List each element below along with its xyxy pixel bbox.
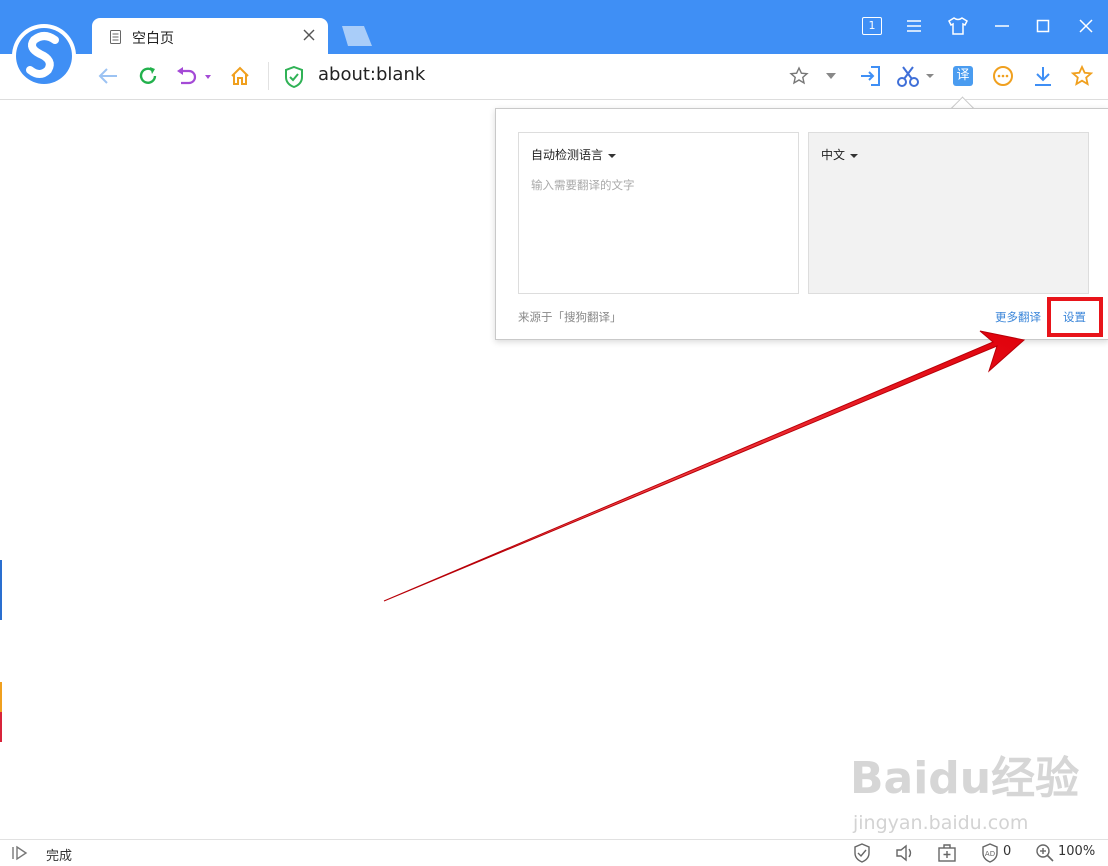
target-language-select[interactable]: 中文 <box>821 146 859 163</box>
back-button[interactable] <box>95 63 121 89</box>
refresh-icon <box>139 67 157 84</box>
menu-button[interactable] <box>900 14 928 38</box>
watermark-brand: Baidu经验 <box>850 753 1080 804</box>
bookmark-dropdown[interactable] <box>818 63 844 89</box>
maximize-icon <box>1036 19 1050 33</box>
close-icon <box>1079 19 1093 33</box>
ad-block-count: 0 <box>1003 844 1012 859</box>
shield-check-icon <box>854 843 870 863</box>
toolbar-divider <box>268 62 269 90</box>
refresh-button[interactable] <box>135 63 161 89</box>
sound-button[interactable] <box>894 843 916 863</box>
chevron-down-icon <box>850 153 859 158</box>
sogou-browser-logo <box>12 24 76 88</box>
undo-close-button[interactable] <box>175 63 215 89</box>
status-bar: 完成 AD 0 100% <box>0 839 1108 866</box>
back-arrow-icon <box>98 68 117 84</box>
screenshot-button[interactable] <box>896 63 938 89</box>
home-button[interactable] <box>227 63 253 89</box>
sidebar-toggle-button[interactable] <box>10 843 30 863</box>
target-text-box: 中文 <box>808 132 1089 294</box>
menu-icon <box>907 20 921 32</box>
source-attribution: 来源于「搜狗翻译」 <box>518 310 622 324</box>
watermark-site: jingyan.baidu.com <box>853 812 1029 834</box>
adblock-button[interactable]: AD <box>980 843 1000 863</box>
translate-input[interactable]: 输入需要翻译的文字 <box>531 177 635 193</box>
skin-button[interactable] <box>944 14 972 38</box>
extension-button[interactable] <box>936 843 958 863</box>
bookmark-star-button[interactable] <box>786 63 812 89</box>
tab-counter: 1 <box>862 17 882 35</box>
exit-button[interactable] <box>858 63 884 89</box>
edge-strip <box>0 712 2 742</box>
download-icon <box>1035 67 1051 86</box>
more-circle-icon <box>993 66 1013 86</box>
sign-in-icon <box>861 66 880 86</box>
chevron-down-icon <box>826 73 836 79</box>
edge-strip <box>0 682 2 712</box>
target-language-label: 中文 <box>821 148 846 162</box>
tab-counter-button[interactable]: 1 <box>858 14 886 38</box>
scissors-icon <box>897 66 934 87</box>
zoom-in-icon <box>1036 844 1054 862</box>
close-tab-icon[interactable] <box>300 26 318 44</box>
tab-blank[interactable]: 空白页 <box>92 18 328 54</box>
navigation-bar: about:blank 译 <box>0 54 1108 100</box>
chevron-down-icon <box>608 153 617 158</box>
zoom-button[interactable] <box>1035 843 1055 863</box>
source-language-label: 自动检测语言 <box>531 148 604 162</box>
home-icon <box>231 66 249 85</box>
favorites-button[interactable] <box>1069 63 1095 89</box>
new-tab-button[interactable] <box>338 24 374 48</box>
star-icon <box>1071 65 1093 86</box>
minimize-icon <box>995 25 1009 27</box>
more-tools-button[interactable] <box>990 63 1016 89</box>
download-button[interactable] <box>1030 63 1056 89</box>
address-bar[interactable]: about:blank <box>318 64 425 85</box>
status-text: 完成 <box>46 849 73 864</box>
highlight-box <box>1047 297 1103 337</box>
tab-title: 空白页 <box>132 31 174 47</box>
translate-icon: 译 <box>953 66 973 86</box>
speaker-icon <box>896 844 912 862</box>
page-icon <box>110 30 121 44</box>
source-language-select[interactable]: 自动检测语言 <box>531 146 617 163</box>
translate-panel: 自动检测语言 输入需要翻译的文字 中文 来源于「搜狗翻译」 更多翻译 设置 <box>495 108 1108 340</box>
zoom-level: 100% <box>1058 844 1096 859</box>
source-text-box[interactable]: 自动检测语言 输入需要翻译的文字 <box>518 132 799 294</box>
edge-strip <box>0 560 2 620</box>
undo-icon <box>177 67 211 85</box>
svg-text:AD: AD <box>985 850 995 858</box>
title-bar: 空白页 1 <box>0 0 1108 54</box>
minimize-button[interactable] <box>988 14 1016 38</box>
ad-block-icon: AD <box>982 843 998 863</box>
first-aid-icon <box>938 844 956 862</box>
maximize-button[interactable] <box>1029 14 1057 38</box>
security-shield-icon[interactable] <box>284 66 304 88</box>
close-window-button[interactable] <box>1072 14 1100 38</box>
play-sidebar-icon <box>12 845 28 861</box>
star-outline-icon <box>789 66 809 85</box>
tshirt-icon <box>948 17 968 35</box>
translate-button[interactable]: 译 <box>950 63 976 89</box>
security-status-button[interactable] <box>852 843 872 863</box>
more-translate-link[interactable]: 更多翻译 <box>995 309 1041 325</box>
